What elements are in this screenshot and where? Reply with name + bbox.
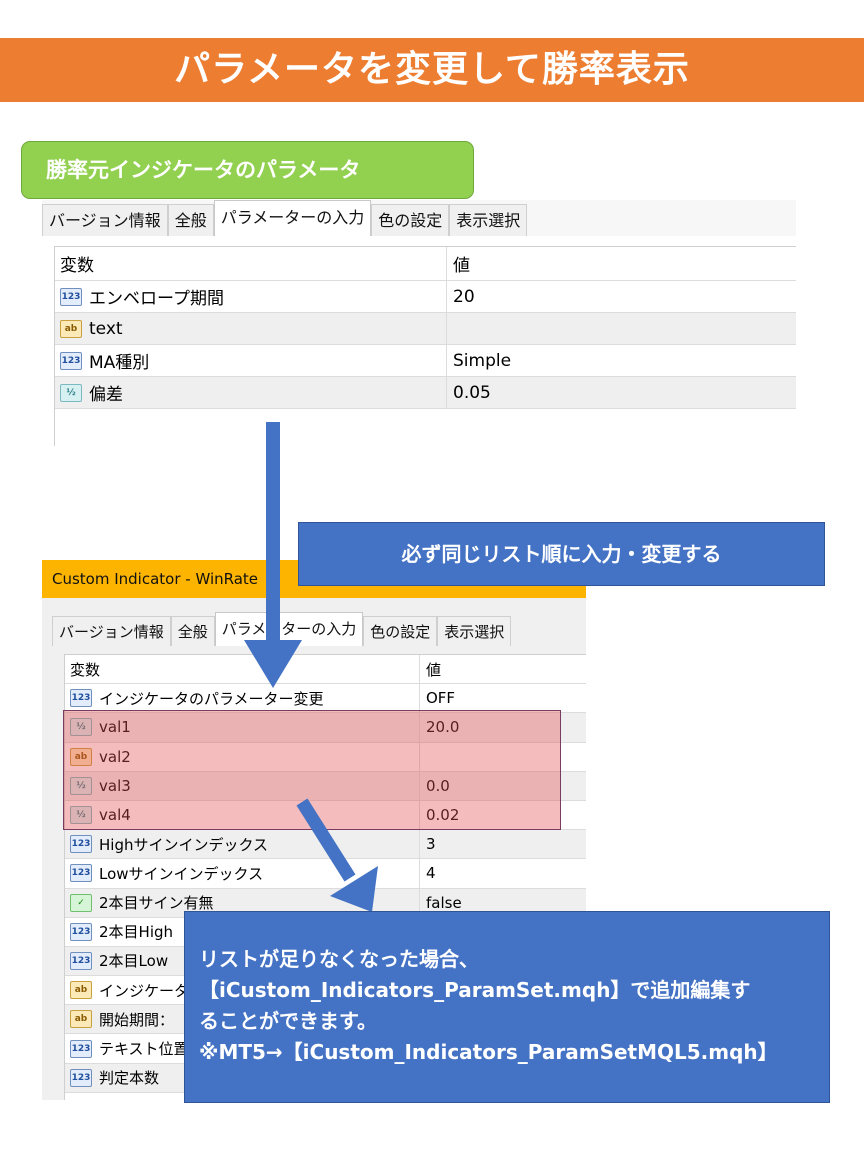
callout-line: リストが足りなくなった場合、 <box>199 947 479 971</box>
callout-line: ※MT5→【iCustom_Indicators_ParamSetMQL5.mq… <box>199 1040 778 1064</box>
callout-add-list: リストが足りなくなった場合、 【iCustom_Indicators_Param… <box>184 911 830 1103</box>
callout-line: ることができます。 <box>199 1009 377 1033</box>
callout-line: 【iCustom_Indicators_ParamSet.mqh】で追加編集す <box>199 978 751 1002</box>
